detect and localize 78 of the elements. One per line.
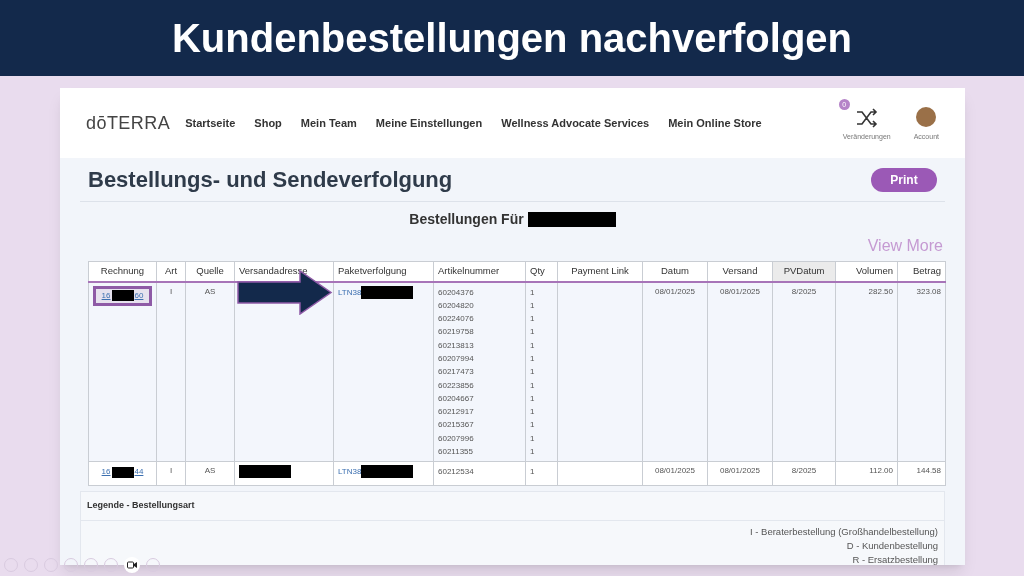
article-number: 60204376: [438, 286, 475, 299]
amount-value: 144.58: [916, 466, 941, 476]
order-type: I: [169, 286, 173, 296]
legend-entry: I - Beraterbestellung (Großhandelbestellung): [750, 524, 938, 538]
pv-date: 8/2025: [791, 466, 817, 476]
column-header[interactable]: Quelle: [185, 261, 235, 282]
quantity: 1: [530, 299, 536, 312]
column-header[interactable]: Betrag: [897, 261, 946, 282]
nav-link[interactable]: Meine Einstellungen: [375, 114, 483, 132]
article-number: 60207994: [438, 353, 475, 365]
ship-date: 08/01/2025: [719, 286, 760, 296]
article-number: 60207996: [438, 432, 475, 445]
source-cell: AS: [204, 286, 216, 296]
nav-link[interactable]: Startseite: [185, 114, 236, 132]
volume-value: 282.50: [868, 286, 893, 296]
page-title: Bestellungs- und Sendeverfolgung: [88, 166, 453, 194]
legend-entry: D - Kundenbestellung: [846, 538, 938, 552]
nav-link[interactable]: Wellness Advocate Services: [501, 114, 650, 132]
quantity: 1: [530, 379, 536, 392]
slide-title: Kundenbestellungen nachverfolgen: [171, 15, 853, 62]
redaction-bar: [361, 465, 414, 479]
article-number: 60204667: [438, 392, 475, 405]
article-number: 60217473: [438, 366, 475, 379]
quantity: 1: [530, 466, 536, 479]
quantity: 1: [530, 286, 536, 299]
source-cell: AS: [204, 466, 216, 476]
volume-value: 112.00: [869, 466, 893, 476]
column-header[interactable]: Rechnung: [88, 261, 157, 282]
legend-entry: R - Ersatzbestellung: [852, 552, 938, 565]
invoice-link[interactable]: 16 44: [101, 466, 144, 479]
quantity: 1: [530, 406, 536, 419]
redaction-bar: [239, 465, 291, 479]
legend-title: Legende - Bestellungsart: [81, 492, 944, 521]
order-date: 08/01/2025: [654, 466, 695, 476]
article-number: 60204820: [438, 299, 475, 312]
quantity: 1: [530, 339, 536, 352]
quantity: 1: [530, 366, 536, 379]
nav-link[interactable]: Mein Online Store: [668, 114, 762, 132]
article-number: 60211355: [438, 446, 474, 459]
print-button[interactable]: Print: [871, 167, 937, 192]
avatar-icon[interactable]: [916, 107, 937, 128]
quantity: 1: [530, 446, 536, 459]
column-header[interactable]: Qty: [525, 261, 558, 282]
order-type: I: [169, 466, 173, 476]
shuffle-icon[interactable]: [854, 107, 879, 130]
quantity: 1: [530, 392, 536, 405]
article-number: 60219758: [438, 326, 475, 339]
tracking-link[interactable]: LTN38: [338, 287, 362, 297]
quantity: 1: [530, 326, 536, 339]
article-number: 60215367: [438, 419, 475, 432]
article-number: 60212534: [438, 466, 475, 479]
column-header[interactable]: Paketverfolgung: [333, 261, 434, 282]
redaction-bar: [361, 285, 414, 299]
pv-date: 8/2025: [791, 286, 817, 296]
quantity: 1: [530, 353, 536, 365]
article-number: 60213813: [438, 339, 475, 352]
nav-link[interactable]: Shop: [254, 114, 282, 132]
column-header[interactable]: Datum: [642, 261, 708, 282]
column-header[interactable]: Volumen: [835, 261, 898, 282]
video-camera-icon[interactable]: [124, 557, 140, 573]
column-header[interactable]: Versand: [707, 261, 773, 282]
column-header[interactable]: Artikelnummer: [433, 261, 526, 282]
quantity: 1: [530, 432, 536, 445]
tracking-link[interactable]: LTN38: [338, 466, 362, 476]
quantity: 1: [530, 419, 536, 432]
orders-for-heading: Bestellungen Für: [409, 209, 524, 229]
logo[interactable]: dōTERRA: [86, 109, 171, 137]
column-header[interactable]: PVDatum: [772, 261, 836, 282]
article-number: 60224076: [438, 313, 475, 326]
amount-value: 323.08: [916, 286, 941, 296]
quantity: 1: [530, 313, 536, 326]
article-number: 60212917: [438, 406, 475, 419]
article-number: 60223856: [438, 379, 475, 392]
order-date: 08/01/2025: [654, 286, 695, 296]
nav-link[interactable]: Mein Team: [300, 114, 357, 132]
column-header[interactable]: Payment Link: [557, 261, 643, 282]
column-header[interactable]: Art: [156, 261, 186, 282]
ship-date: 08/01/2025: [719, 466, 760, 476]
